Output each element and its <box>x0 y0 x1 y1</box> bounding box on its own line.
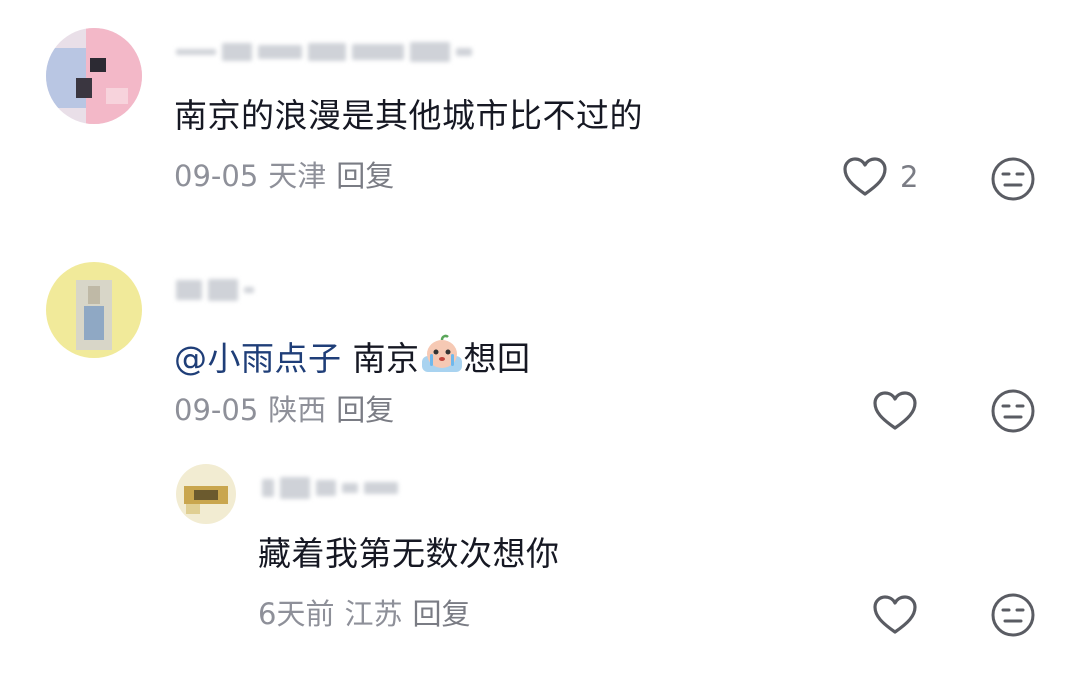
neutral-face-icon <box>991 593 1035 637</box>
comment-text: @小雨点子 南京 想回 <box>174 332 531 379</box>
neutral-face-icon <box>991 389 1035 433</box>
dislike-button[interactable] <box>990 388 1036 438</box>
reply-comment-item: 藏着我第无数次想你 6天前 江苏 回复 <box>0 450 1080 682</box>
like-button[interactable] <box>872 594 918 636</box>
comment-location: 江苏 <box>344 597 403 631</box>
avatar[interactable] <box>46 28 142 124</box>
comment-meta: 6天前 江苏 回复 <box>258 596 470 632</box>
like-button[interactable] <box>872 390 918 432</box>
comment-location: 陕西 <box>268 393 327 427</box>
username-blurred[interactable] <box>262 474 398 502</box>
comment-date: 09-05 <box>174 393 259 427</box>
username-blurred[interactable] <box>176 276 254 304</box>
comment-item: 南京的浪漫是其他城市比不过的 09-05 天津 回复 2 <box>0 0 1080 230</box>
comment-text: 南京的浪漫是其他城市比不过的 <box>174 96 643 135</box>
reply-button[interactable]: 回复 <box>336 158 394 194</box>
comment-location: 天津 <box>268 159 327 193</box>
avatar[interactable] <box>176 464 236 524</box>
comment-meta: 09-05 天津 回复 <box>174 158 394 194</box>
like-count: 2 <box>900 160 919 194</box>
heart-icon <box>873 595 917 634</box>
comment-date: 09-05 <box>174 159 259 193</box>
like-button[interactable]: 2 <box>842 156 918 198</box>
avatar[interactable] <box>46 262 142 358</box>
comment-date: 6天前 <box>258 597 335 631</box>
comment-meta: 09-05 陕西 回复 <box>174 392 394 428</box>
comment-text: 藏着我第无数次想你 <box>258 534 560 573</box>
comment-text-part: 南京 <box>352 339 420 378</box>
dislike-button[interactable] <box>990 592 1036 642</box>
comment-text-part: 想回 <box>463 339 531 378</box>
reply-button[interactable]: 回复 <box>412 596 470 632</box>
dislike-button[interactable] <box>990 156 1036 206</box>
username-blurred[interactable] <box>176 38 472 66</box>
reply-button[interactable]: 回复 <box>336 392 394 428</box>
mention-link[interactable]: @小雨点子 <box>174 339 342 378</box>
crying-emoji <box>421 334 462 372</box>
comment-item: @小雨点子 南京 想回 09-05 陕西 回复 <box>0 230 1080 450</box>
heart-icon <box>843 157 887 196</box>
heart-icon <box>873 391 917 430</box>
neutral-face-icon <box>991 157 1035 201</box>
